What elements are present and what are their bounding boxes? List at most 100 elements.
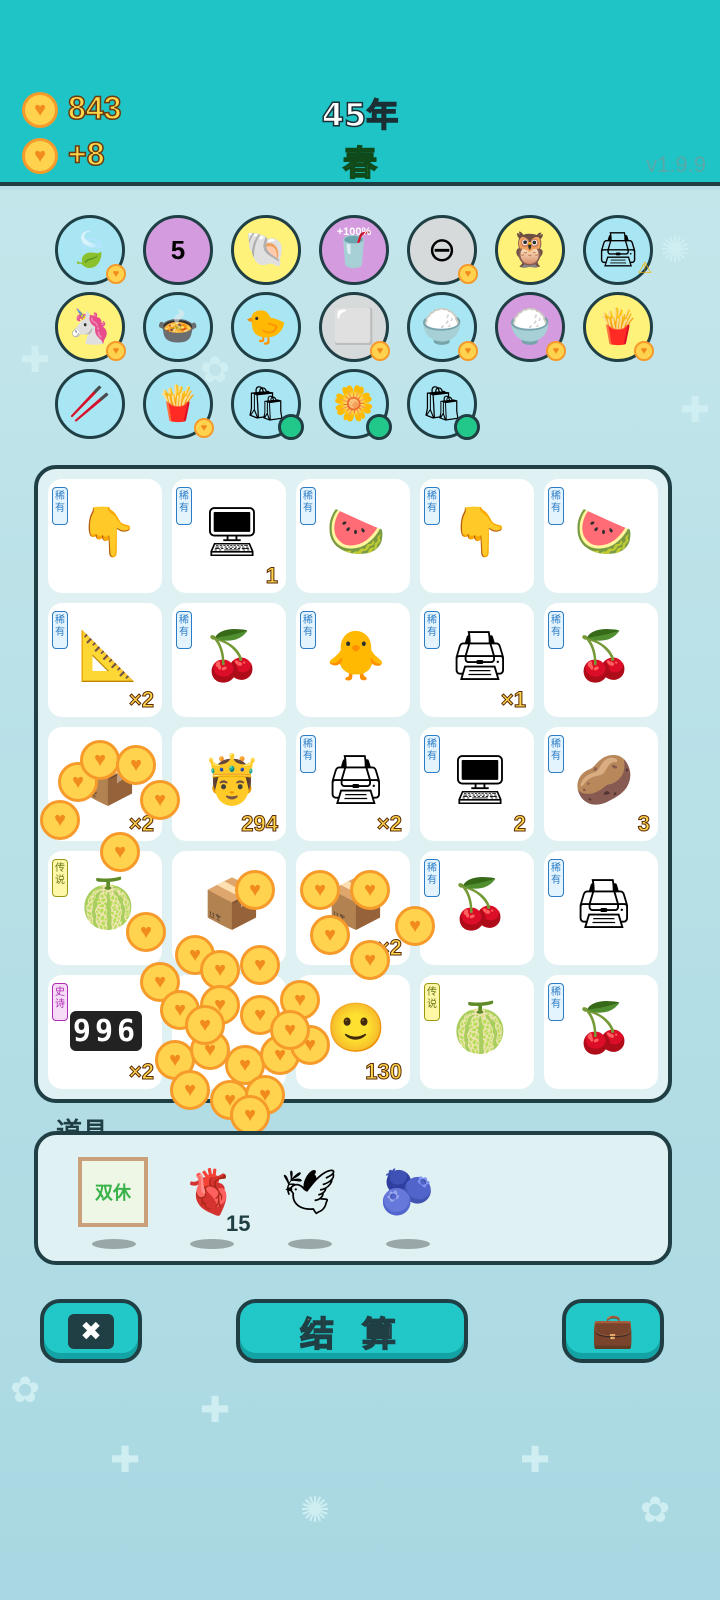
- relic-glyph: 🍟: [156, 385, 200, 423]
- board-cell[interactable]: 🤴 294: [172, 727, 286, 841]
- board-cell[interactable]: 稀有 🖨: [544, 851, 658, 965]
- relic-glyph: 🍚: [508, 308, 552, 346]
- rarity-tag: 稀有: [548, 983, 564, 1021]
- board-cell[interactable]: 稀有 🥔 3: [544, 727, 658, 841]
- board-cell[interactable]: 稀有 🍒: [420, 851, 534, 965]
- flying-coin-icon: ♥: [350, 940, 390, 980]
- board-cell[interactable]: 稀有 🍒: [544, 603, 658, 717]
- status-dot: [278, 414, 304, 440]
- rice-bowl-icon[interactable]: 🍚 ♥: [407, 292, 478, 362]
- board-cell[interactable]: 稀有 🍉: [296, 479, 410, 593]
- fries-icon[interactable]: 🍟 ♥: [143, 369, 214, 439]
- potato-icon: 🥔: [574, 753, 634, 807]
- close-button[interactable]: ✖: [40, 1299, 142, 1363]
- chopsticks-icon[interactable]: 🥢: [55, 369, 125, 439]
- rarity-tag: 稀有: [424, 859, 440, 897]
- coin-badge-icon: ♥: [458, 264, 478, 284]
- bag-icon[interactable]: 🛍: [231, 369, 304, 440]
- board-cell[interactable]: 稀有 🖨 ×1: [420, 603, 534, 717]
- sugar-cubes-icon[interactable]: ⬜ ♥: [319, 292, 390, 362]
- rarity-tag: 稀有: [300, 487, 316, 525]
- printer-icon: 🖨: [325, 753, 387, 807]
- rarity-tag: 稀有: [424, 735, 440, 773]
- calendar-icon[interactable]: 5: [143, 215, 213, 285]
- board-cell[interactable]: 稀有 👇: [48, 479, 162, 593]
- coin-badge-icon: ♥: [546, 341, 566, 361]
- briefcase-icon: 💼: [591, 1312, 635, 1350]
- lychee-icon: 🍒: [202, 629, 262, 683]
- settle-button[interactable]: 结 算: [236, 1299, 468, 1363]
- milk-tea-icon[interactable]: 🥤 +100%: [319, 215, 389, 285]
- tool-shadow: [190, 1239, 234, 1249]
- board-cell[interactable]: 稀有 🖥 1: [172, 479, 286, 593]
- board-cell[interactable]: 稀有 👇: [420, 479, 534, 593]
- rarity-tag: 稀有: [300, 611, 316, 649]
- tool-item[interactable]: 🕊: [274, 1157, 344, 1249]
- owl-icon[interactable]: 🦉: [495, 215, 565, 285]
- chick-egg-icon[interactable]: 🐤: [231, 292, 301, 362]
- relic-glyph: 🐚: [244, 231, 288, 269]
- coin-badge-icon: ♥: [194, 418, 214, 438]
- flying-coin-icon: ♥: [170, 1070, 210, 1110]
- rarity-tag: 传说: [52, 859, 68, 897]
- rarity-tag: 稀有: [548, 735, 564, 773]
- shell-icon[interactable]: 🐚: [231, 215, 301, 285]
- flower-pot-icon[interactable]: 🌼: [319, 369, 392, 440]
- no-entry-icon[interactable]: ⊖ ♥: [407, 215, 478, 285]
- board-cell[interactable]: 稀有 🍒: [172, 603, 286, 717]
- relic-glyph: ⬜: [332, 308, 376, 346]
- flying-coin-icon: ♥: [100, 832, 140, 872]
- pointing-finger-icon: 👇: [78, 505, 138, 559]
- tool-shadow: [386, 1239, 430, 1249]
- flying-coin-icon: ♥: [395, 906, 435, 946]
- board-cell[interactable]: 稀有 🖨 ×2: [296, 727, 410, 841]
- flying-coin-icon: ♥: [140, 780, 180, 820]
- tool-item[interactable]: 🫀 15: [176, 1157, 250, 1249]
- item-count: ×2: [128, 687, 154, 713]
- board-cell[interactable]: 稀有 🍒: [544, 975, 658, 1089]
- printer-icon[interactable]: 🖨 ⚠: [583, 215, 653, 285]
- tool-shadow: [92, 1239, 136, 1249]
- pot-icon[interactable]: 🍲: [143, 292, 213, 362]
- board-cell[interactable]: 稀有 🖥 2: [420, 727, 534, 841]
- protractor-icon: 📐: [78, 629, 138, 683]
- flying-coin-icon: ♥: [300, 870, 340, 910]
- board-cell[interactable]: 稀有 🐥: [296, 603, 410, 717]
- bag-icon[interactable]: 🛍: [407, 369, 480, 440]
- flying-coin-icon: ♥: [185, 1005, 225, 1045]
- rarity-tag: 稀有: [176, 487, 192, 525]
- chick-icon: 🐥: [326, 629, 386, 683]
- relic-glyph: ⊖: [427, 231, 457, 269]
- watermelon-slice-icon: 🍉: [574, 505, 634, 559]
- counter-996-icon: 996: [70, 1011, 142, 1051]
- flying-coin-icon: ♥: [235, 870, 275, 910]
- flying-coin-icon: ♥: [40, 800, 80, 840]
- tool-item[interactable]: 双休: [78, 1157, 148, 1249]
- coin-badge-icon: ♥: [370, 341, 390, 361]
- watermelon-icon: 🍈: [450, 1001, 510, 1055]
- blueberry-icon: 🫐: [379, 1168, 435, 1217]
- status-dot: [366, 414, 392, 440]
- tool-count: 15: [226, 1211, 251, 1236]
- watermelon-slice-icon: 🍉: [326, 505, 386, 559]
- bag-button[interactable]: 💼: [562, 1299, 664, 1363]
- rice-bowl-icon[interactable]: 🍚 ♥: [495, 292, 566, 362]
- item-count: 2: [513, 811, 526, 837]
- board-cell[interactable]: 稀有 🍉: [544, 479, 658, 593]
- tool-item[interactable]: 🫐: [372, 1157, 442, 1249]
- coin-badge-icon: ♥: [634, 341, 654, 361]
- tools-panel: 双休 🫀 15 🕊 🫐: [34, 1131, 672, 1265]
- leaf-icon[interactable]: 🍃 ♥: [55, 215, 126, 285]
- fries-icon[interactable]: 🍟 ♥: [583, 292, 654, 362]
- board-cell[interactable]: 稀有 📐 ×2: [48, 603, 162, 717]
- item-count: 3: [637, 811, 650, 837]
- board-cell[interactable]: 传说 🍈: [420, 975, 534, 1089]
- lychee-icon: 🍒: [574, 1001, 634, 1055]
- unicorn-icon[interactable]: 🦄 ♥: [55, 292, 126, 362]
- item-count: ×2: [128, 1059, 154, 1085]
- rarity-tag: 稀有: [548, 487, 564, 525]
- rarity-tag: 稀有: [300, 735, 316, 773]
- relic-glyph: 🐤: [244, 308, 288, 346]
- year-label: 45年: [321, 95, 399, 135]
- relic-glyph: 5: [170, 234, 186, 265]
